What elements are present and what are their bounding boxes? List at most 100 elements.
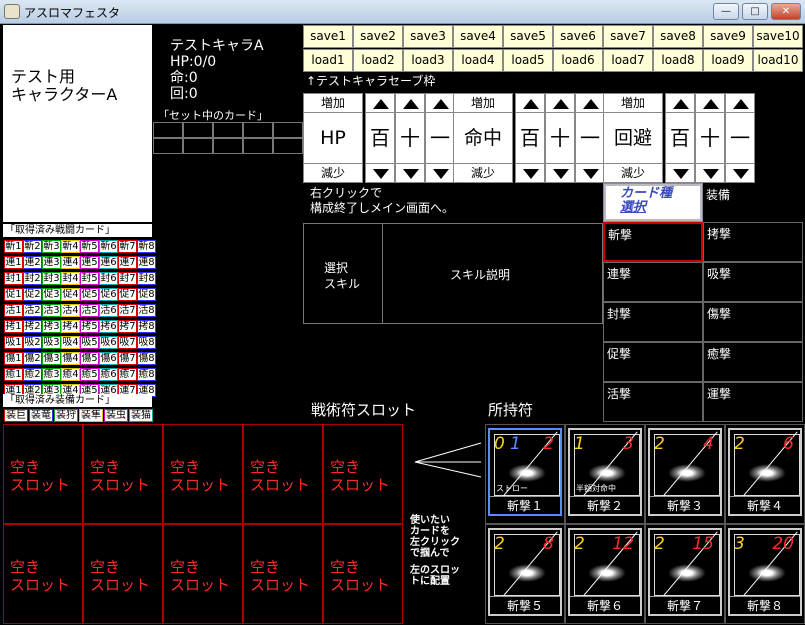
battle-card-cell[interactable]: 吸6 xyxy=(99,336,118,349)
battle-card-cell[interactable]: 促3 xyxy=(42,288,61,301)
battle-card-cell[interactable]: 拷1 xyxy=(4,320,23,333)
save-button-5[interactable]: save5 xyxy=(503,25,553,48)
battle-card-cell[interactable]: 吸7 xyxy=(118,336,137,349)
battle-card-cell[interactable]: 活3 xyxy=(42,304,61,317)
battle-card-cell[interactable]: 斬8 xyxy=(137,240,156,253)
increase-triangle-icon[interactable] xyxy=(665,93,695,113)
increase-triangle-icon[interactable] xyxy=(365,93,395,113)
battle-card-cell[interactable]: 癒7 xyxy=(118,368,137,381)
battle-card-cell[interactable]: 拷6 xyxy=(99,320,118,333)
battle-card-cell[interactable]: 拷5 xyxy=(80,320,99,333)
battle-card-cell[interactable]: 活7 xyxy=(118,304,137,317)
equipment-card-cell[interactable]: 装虫 xyxy=(104,409,128,422)
battle-card-cell[interactable]: 傷5 xyxy=(80,352,99,365)
set-card-cell[interactable] xyxy=(153,138,183,154)
owned-card[interactable]: 3 20 斬撃８ xyxy=(728,528,802,616)
owned-card[interactable]: 2 6 斬撃４ xyxy=(728,428,802,516)
owned-card[interactable]: 2 4 斬撃３ xyxy=(648,428,722,516)
category-9[interactable]: 運撃 xyxy=(703,382,803,422)
empty-slot[interactable]: 空き スロット xyxy=(243,524,323,624)
owned-card[interactable]: 2 15 斬撃７ xyxy=(648,528,722,616)
battle-card-cell[interactable]: 連1 xyxy=(4,256,23,269)
save-button-3[interactable]: save3 xyxy=(403,25,453,48)
battle-card-cell[interactable]: 拷7 xyxy=(118,320,137,333)
empty-slot[interactable]: 空き スロット xyxy=(323,424,403,524)
battle-card-cell[interactable]: 斬4 xyxy=(61,240,80,253)
category-5[interactable]: 傷撃 xyxy=(703,302,803,342)
category-6[interactable]: 促撃 xyxy=(603,342,703,382)
empty-slot[interactable]: 空き スロット xyxy=(3,524,83,624)
empty-slot[interactable]: 空き スロット xyxy=(83,524,163,624)
battle-card-cell[interactable]: 連4 xyxy=(61,256,80,269)
battle-card-cell[interactable]: 封1 xyxy=(4,272,23,285)
save-button-2[interactable]: save2 xyxy=(353,25,403,48)
save-button-1[interactable]: save1 xyxy=(303,25,353,48)
increase-triangle-icon[interactable] xyxy=(515,93,545,113)
battle-card-cell[interactable]: 斬7 xyxy=(118,240,137,253)
battle-card-cell[interactable]: 癒2 xyxy=(23,368,42,381)
battle-card-cell[interactable]: 斬6 xyxy=(99,240,118,253)
battle-card-cell[interactable]: 連5 xyxy=(80,256,99,269)
load-button-5[interactable]: load5 xyxy=(503,49,553,72)
battle-card-cell[interactable]: 斬3 xyxy=(42,240,61,253)
decrease-triangle-icon[interactable] xyxy=(665,163,695,183)
battle-card-cell[interactable]: 連6 xyxy=(99,256,118,269)
set-card-cell[interactable] xyxy=(183,138,213,154)
battle-card-cell[interactable]: 傷8 xyxy=(137,352,156,365)
battle-card-cell[interactable]: 傷2 xyxy=(23,352,42,365)
equipment-card-cell[interactable]: 装巨 xyxy=(4,409,28,422)
decrease-triangle-icon[interactable] xyxy=(395,163,425,183)
increase-triangle-icon[interactable] xyxy=(575,93,605,113)
battle-card-cell[interactable]: 促7 xyxy=(118,288,137,301)
decrease-triangle-icon[interactable] xyxy=(425,163,455,183)
decrease-triangle-icon[interactable] xyxy=(515,163,545,183)
battle-card-cell[interactable]: 癒5 xyxy=(80,368,99,381)
owned-card[interactable]: 2 12 斬撃６ xyxy=(568,528,642,616)
battle-card-cell[interactable]: 傷7 xyxy=(118,352,137,365)
battle-card-cell[interactable]: 癒8 xyxy=(137,368,156,381)
battle-card-cell[interactable]: 斬2 xyxy=(23,240,42,253)
battle-card-cell[interactable]: 連8 xyxy=(137,256,156,269)
save-button-7[interactable]: save7 xyxy=(603,25,653,48)
battle-card-cell[interactable]: 吸2 xyxy=(23,336,42,349)
card-type-select-button[interactable]: カード種 選択 xyxy=(603,183,703,222)
decrease-triangle-icon[interactable] xyxy=(545,163,575,183)
empty-slot[interactable]: 空き スロット xyxy=(323,524,403,624)
battle-card-cell[interactable]: 吸4 xyxy=(61,336,80,349)
load-button-9[interactable]: load9 xyxy=(703,49,753,72)
battle-card-cell[interactable]: 斬1 xyxy=(4,240,23,253)
equipment-card-cell[interactable]: 装猫 xyxy=(129,409,153,422)
battle-card-cell[interactable]: 拷4 xyxy=(61,320,80,333)
increase-triangle-icon[interactable] xyxy=(695,93,725,113)
category-2[interactable]: 連撃 xyxy=(603,262,703,302)
battle-card-cell[interactable]: 吸5 xyxy=(80,336,99,349)
equipment-card-cell[interactable]: 装隼 xyxy=(79,409,103,422)
load-button-4[interactable]: load4 xyxy=(453,49,503,72)
increase-triangle-icon[interactable] xyxy=(425,93,455,113)
battle-card-cell[interactable]: 癒6 xyxy=(99,368,118,381)
battle-card-cell[interactable]: 促6 xyxy=(99,288,118,301)
save-button-9[interactable]: save9 xyxy=(703,25,753,48)
save-button-10[interactable]: save10 xyxy=(753,25,803,48)
battle-card-cell[interactable]: 促5 xyxy=(80,288,99,301)
save-button-4[interactable]: save4 xyxy=(453,25,503,48)
load-button-7[interactable]: load7 xyxy=(603,49,653,72)
battle-card-cell[interactable]: 促2 xyxy=(23,288,42,301)
set-card-cell[interactable] xyxy=(243,122,273,138)
decrease-triangle-icon[interactable] xyxy=(695,163,725,183)
owned-card[interactable]: 0 1 2 ストロー 斬撃１ xyxy=(488,428,562,516)
increase-triangle-icon[interactable] xyxy=(395,93,425,113)
battle-card-cell[interactable]: 活2 xyxy=(23,304,42,317)
set-card-cell[interactable] xyxy=(153,122,183,138)
empty-slot[interactable]: 空き スロット xyxy=(163,424,243,524)
set-card-cell[interactable] xyxy=(213,122,243,138)
battle-card-cell[interactable]: 癒1 xyxy=(4,368,23,381)
maximize-button[interactable]: □ xyxy=(742,3,768,20)
set-card-cell[interactable] xyxy=(183,122,213,138)
set-card-cell[interactable] xyxy=(273,122,303,138)
battle-card-cell[interactable]: 活1 xyxy=(4,304,23,317)
category-7[interactable]: 癒撃 xyxy=(703,342,803,382)
battle-card-cell[interactable]: 拷2 xyxy=(23,320,42,333)
battle-card-cell[interactable]: 斬5 xyxy=(80,240,99,253)
battle-card-cell[interactable]: 封3 xyxy=(42,272,61,285)
